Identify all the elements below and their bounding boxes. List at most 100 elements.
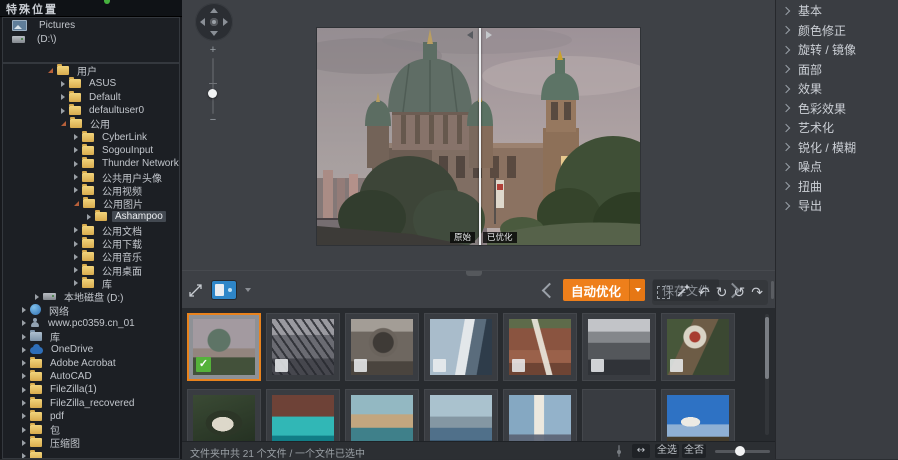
expand-arrow-icon[interactable]: [74, 267, 78, 274]
zoom-in-label[interactable]: +: [206, 44, 220, 56]
split-handle-right-icon[interactable]: [486, 31, 492, 39]
expand-arrow-icon[interactable]: [74, 227, 78, 234]
expand-arrow-icon[interactable]: [22, 373, 26, 380]
expand-arrow-icon[interactable]: [74, 280, 78, 287]
pan-right-icon[interactable]: [223, 18, 228, 26]
refresh-icon[interactable]: ↻: [716, 285, 728, 301]
tree-item-本地磁盘-d-[interactable]: 本地磁盘 (D:): [3, 290, 179, 304]
menu-item-噪点[interactable]: 噪点: [776, 157, 898, 177]
tree-item-onedrive[interactable]: OneDrive: [3, 343, 179, 356]
select-all-button[interactable]: 全选: [655, 444, 679, 458]
auto-optimize-button[interactable]: 自动优化: [563, 279, 646, 301]
thumbnail-birdhouse[interactable]: [661, 313, 735, 381]
tree-item-包[interactable]: 包: [3, 423, 179, 437]
expand-arrow-icon[interactable]: [87, 213, 91, 220]
expand-arrow-icon[interactable]: [22, 360, 26, 367]
expand-arrow-icon[interactable]: [61, 80, 65, 87]
vertical-size-slider-icon[interactable]: [615, 445, 623, 457]
thumbnail-harbor[interactable]: [345, 389, 419, 441]
thumbnail-sky[interactable]: [661, 389, 735, 441]
unchecked-checkbox[interactable]: [670, 359, 683, 372]
menu-item-艺术化[interactable]: 艺术化: [776, 118, 898, 138]
thumbnail-lagoon[interactable]: [266, 389, 340, 441]
tree-item-default[interactable]: Default: [3, 90, 179, 104]
expand-arrow-icon[interactable]: [74, 187, 78, 194]
expand-arrow-icon[interactable]: [74, 160, 78, 167]
menu-item-色彩效果[interactable]: 色彩效果: [776, 99, 898, 119]
tree-item-www-pc0359-cn-01[interactable]: www.pc0359.cn_01: [3, 317, 179, 330]
tree-item-公共用户头像[interactable]: 公共用户头像: [3, 170, 179, 185]
tree-item-sogouinput[interactable]: SogouInput: [3, 143, 179, 157]
selection-marquee-icon[interactable]: [657, 286, 671, 299]
tree-item-pdf[interactable]: pdf: [3, 409, 179, 423]
pan-down-icon[interactable]: [210, 31, 218, 36]
splitter-handle[interactable]: [466, 271, 482, 276]
compare-view-dropdown-icon[interactable]: [245, 288, 251, 292]
menu-item-导出[interactable]: 导出: [776, 196, 898, 216]
expand-arrow-icon[interactable]: [22, 400, 26, 407]
thumbnail-fish[interactable]: [187, 389, 261, 441]
menu-item-效果[interactable]: 效果: [776, 79, 898, 99]
collapse-arrow-icon[interactable]: [48, 68, 53, 74]
rotate-right-icon[interactable]: ↷: [751, 285, 763, 301]
expand-arrow-icon[interactable]: [74, 134, 78, 141]
compare-split-divider[interactable]: [479, 28, 481, 245]
tree-item-ashampoo[interactable]: Ashampoo: [3, 210, 179, 223]
tree-item-autocad[interactable]: AutoCAD: [3, 369, 179, 383]
fullscreen-expand-icon[interactable]: [188, 283, 203, 298]
tree-item-公用下载[interactable]: 公用下载: [3, 237, 179, 251]
tree-item-defaultuser0[interactable]: defaultuser0: [3, 104, 179, 117]
expand-arrow-icon[interactable]: [35, 293, 39, 300]
location-item-pictures[interactable]: Pictures: [3, 18, 179, 32]
pan-center-dot[interactable]: [210, 18, 218, 26]
zoom-slider-track[interactable]: [212, 58, 214, 114]
tree-item-adobe-acrobat[interactable]: Adobe Acrobat: [3, 356, 179, 370]
tree-item-公用文档[interactable]: 公用文档: [3, 223, 179, 238]
unchecked-checkbox[interactable]: [433, 359, 446, 372]
thumbnail-machinery[interactable]: [345, 313, 419, 381]
thumbnail-cathedral[interactable]: ✓: [187, 313, 261, 381]
select-none-button[interactable]: 全否: [682, 444, 706, 458]
expand-arrow-icon[interactable]: [61, 107, 65, 114]
thumbnail-skyline[interactable]: [582, 313, 656, 381]
menu-item-面部[interactable]: 面部: [776, 60, 898, 80]
pan-left-icon[interactable]: [200, 18, 205, 26]
menu-item-基本[interactable]: 基本: [776, 1, 898, 21]
expand-arrow-icon[interactable]: [22, 306, 26, 313]
expand-arrow-icon[interactable]: [74, 147, 78, 154]
toolbar-grip[interactable]: [771, 281, 774, 299]
expand-arrow-icon[interactable]: [22, 346, 26, 353]
location-item--d-[interactable]: (D:\): [3, 32, 179, 46]
split-handle-left-icon[interactable]: [467, 31, 473, 39]
unchecked-checkbox[interactable]: [512, 359, 525, 372]
unchecked-checkbox[interactable]: [354, 359, 367, 372]
expand-arrow-icon[interactable]: [22, 439, 26, 446]
thumbnail-size-slider-thumb[interactable]: [735, 446, 745, 456]
expand-arrow-icon[interactable]: [22, 320, 26, 327]
expand-arrow-icon[interactable]: [22, 333, 26, 340]
compare-view-button[interactable]: [212, 281, 236, 299]
tree-item-公用视频[interactable]: 公用视频: [3, 183, 179, 198]
expand-arrow-icon[interactable]: [22, 453, 26, 458]
pan-up-icon[interactable]: [210, 8, 218, 13]
tree-item-cyberlink[interactable]: CyberLink: [3, 130, 179, 143]
rotate-left-icon[interactable]: ↺: [734, 285, 746, 301]
expand-arrow-icon[interactable]: [74, 240, 78, 247]
menu-item-锐化-模糊[interactable]: 锐化 / 模糊: [776, 138, 898, 158]
tree-item-filezilla-1-[interactable]: FileZilla(1): [3, 383, 179, 396]
expand-arrow-icon[interactable]: [74, 174, 78, 181]
tree-item-网络[interactable]: 网络: [3, 303, 179, 318]
tree-item-thunder-network[interactable]: Thunder Network: [3, 157, 179, 170]
tree-item-压缩图[interactable]: 压缩图: [3, 436, 179, 450]
menu-item-颜色修正[interactable]: 颜色修正: [776, 21, 898, 41]
thumbnail-ferris-wheel[interactable]: [582, 389, 656, 441]
thumbnail-scrollbar-thumb[interactable]: [765, 317, 769, 379]
tree-item-filezilla-recovered[interactable]: FileZilla_recovered: [3, 396, 179, 409]
menu-item-旋转-镜像[interactable]: 旋转 / 镜像: [776, 40, 898, 60]
tree-item-公用音乐[interactable]: 公用音乐: [3, 250, 179, 264]
tree-item-asus[interactable]: ASUS: [3, 77, 179, 90]
magic-wand-icon[interactable]: [676, 282, 692, 303]
menu-item-扭曲[interactable]: 扭曲: [776, 177, 898, 197]
tree-item-公用[interactable]: 公用: [3, 117, 179, 131]
expand-arrow-icon[interactable]: [74, 253, 78, 260]
